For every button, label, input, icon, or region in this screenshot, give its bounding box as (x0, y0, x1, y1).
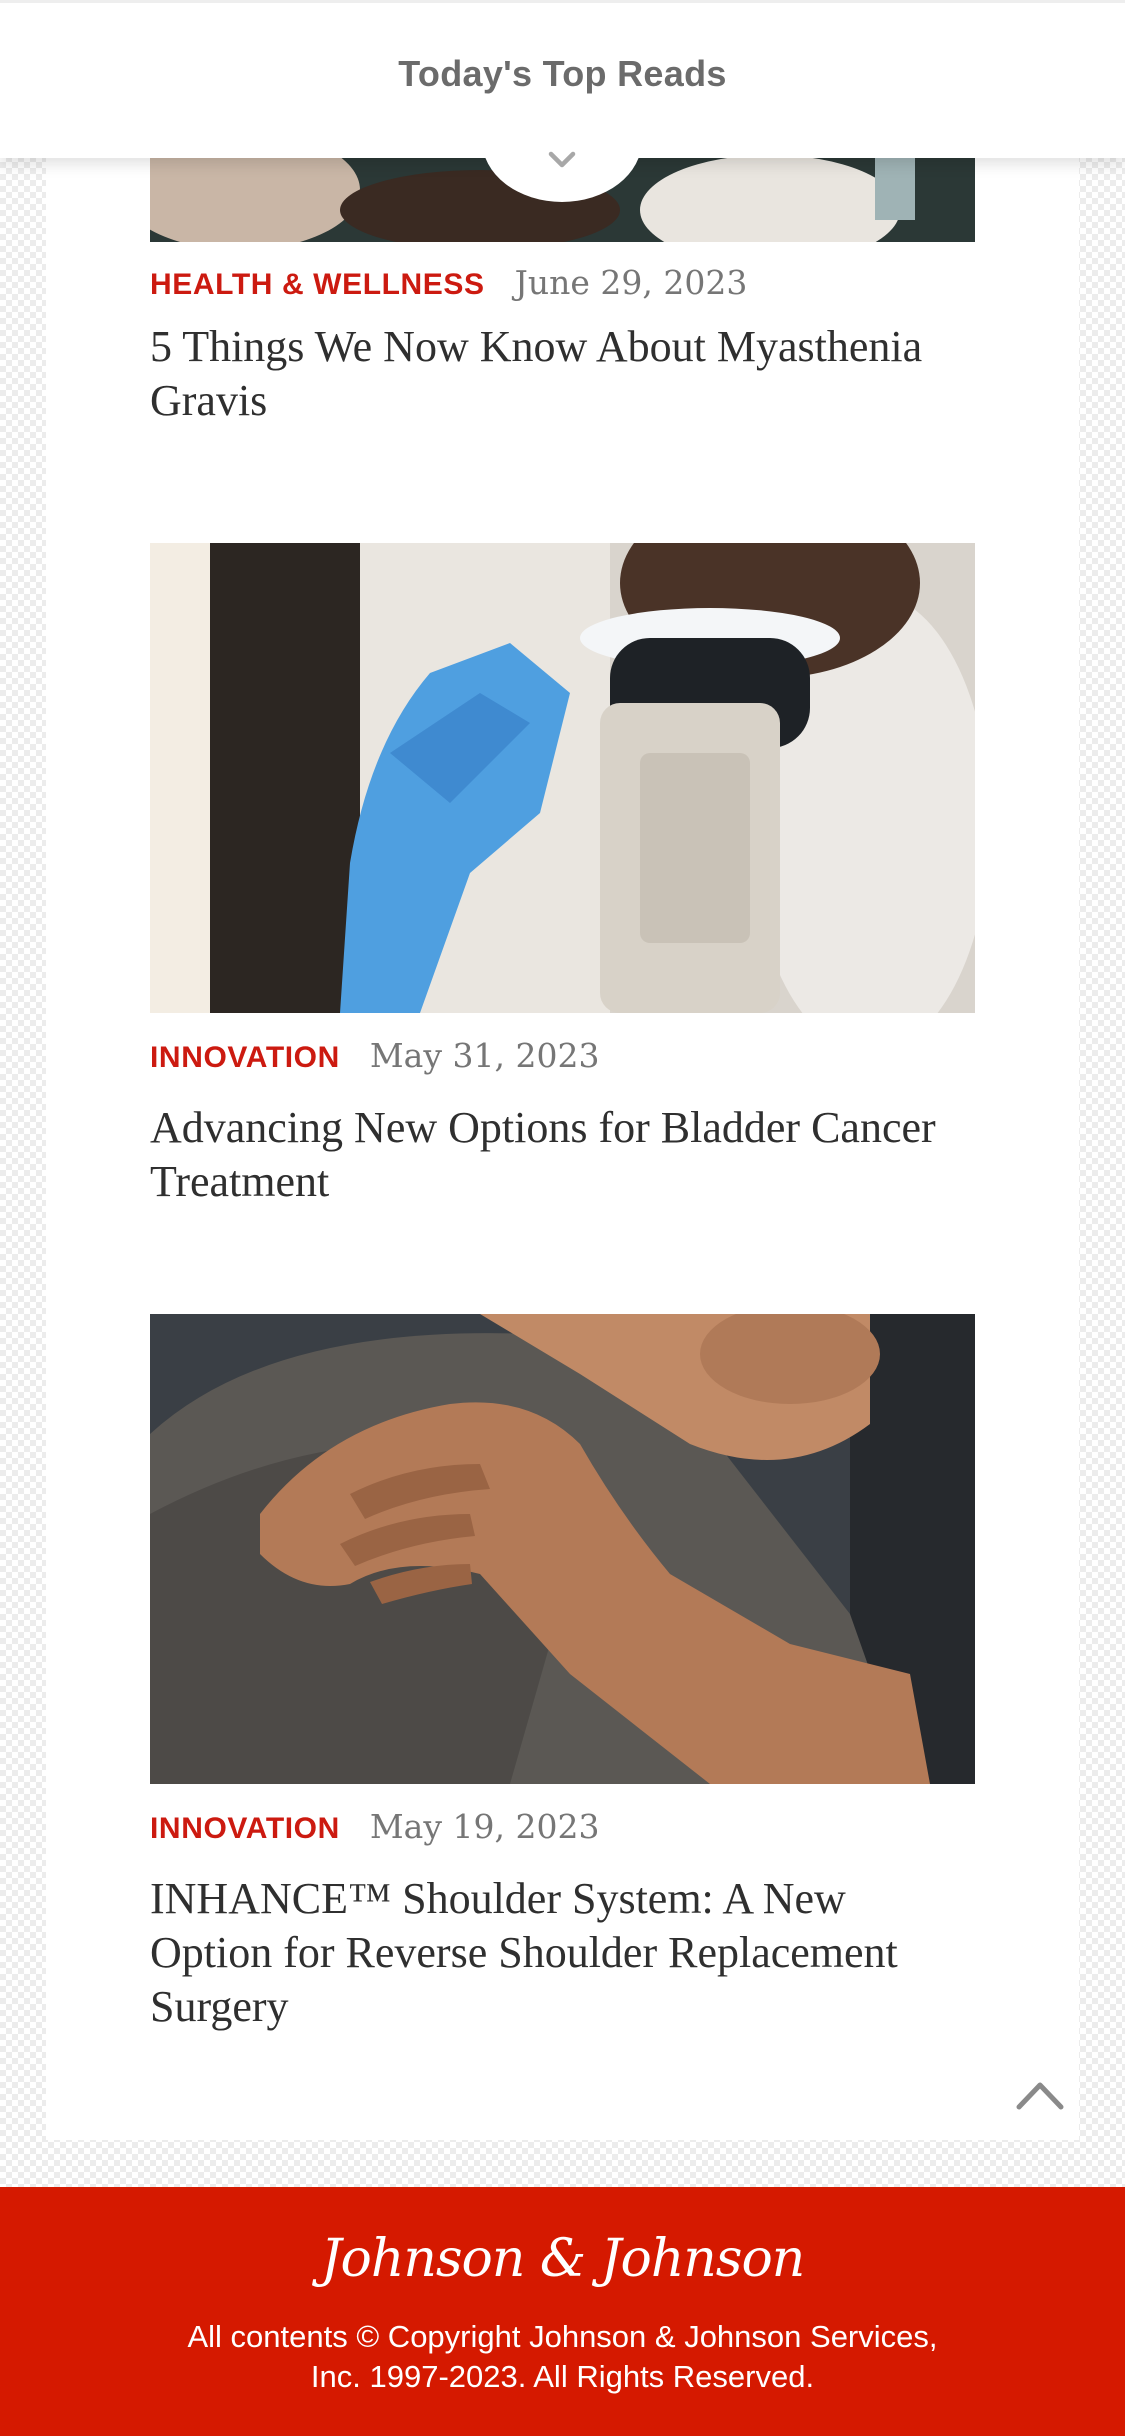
article-title[interactable]: Advancing New Options for Bladder Cancer… (150, 1101, 975, 1209)
article-title[interactable]: 5 Things We Now Know About Myasthenia Gr… (150, 320, 975, 428)
article-category[interactable]: INNOVATION (150, 1812, 340, 1846)
site-footer: Johnson & Johnson All contents © Copyrig… (0, 2187, 1125, 2436)
article-date: May 31, 2023 (369, 1036, 600, 1075)
article-date: June 29, 2023 (514, 263, 748, 302)
article-meta: INNOVATION May 19, 2023 (150, 1807, 599, 1847)
article-card[interactable]: INNOVATION May 31, 2023 Advancing New Op… (150, 543, 975, 1206)
chevron-up-icon (1016, 2082, 1064, 2110)
article-image (150, 1314, 975, 1784)
article-title[interactable]: INHANCE™ Shoulder System: A New Option f… (150, 1872, 975, 2034)
article-thumbnail[interactable] (150, 1314, 975, 1784)
article-category[interactable]: INNOVATION (150, 1041, 340, 1075)
article-image (150, 543, 975, 1013)
chevron-down-icon (548, 151, 576, 168)
footer-copyright: All contents © Copyright Johnson & Johns… (187, 2319, 938, 2394)
top-reads-header[interactable]: Today's Top Reads (0, 0, 1125, 158)
article-thumbnail[interactable] (150, 543, 975, 1013)
article-date: May 19, 2023 (369, 1807, 600, 1846)
header-title: Today's Top Reads (398, 53, 727, 94)
article-meta: INNOVATION May 31, 2023 (150, 1036, 599, 1076)
scroll-to-top-button[interactable] (1015, 2075, 1065, 2115)
article-meta: HEALTH & WELLNESS June 29, 2023 (150, 263, 747, 303)
article-card[interactable]: INNOVATION May 19, 2023 INHANCE™ Shoulde… (150, 1314, 975, 2031)
brand-logo[interactable]: Johnson & Johnson (0, 2229, 1125, 2289)
article-category[interactable]: HEALTH & WELLNESS (150, 268, 485, 302)
